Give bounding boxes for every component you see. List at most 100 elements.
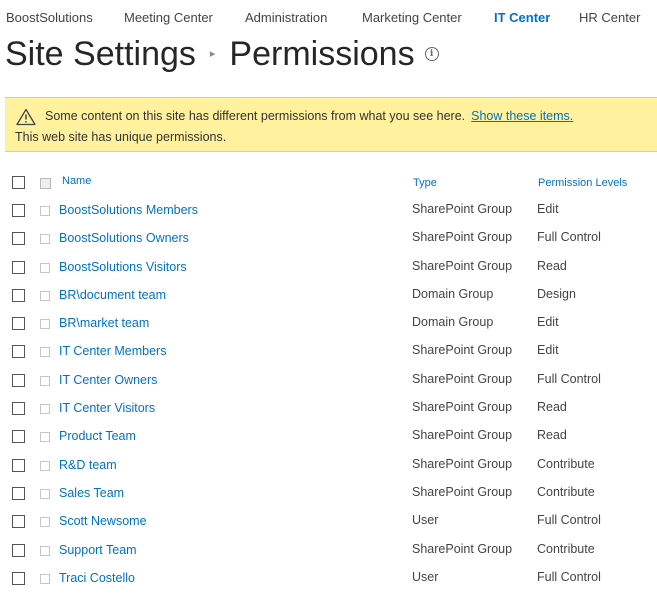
row-type: SharePoint Group	[412, 202, 513, 216]
row-name-link[interactable]: R&D team	[59, 458, 117, 472]
row-type: Domain Group	[412, 286, 494, 301]
table-row[interactable]: IT Center Owners SharePoint Group Full Con…	[0, 366, 657, 394]
row-name-link[interactable]: Scott Newsome	[59, 514, 147, 528]
row-type: SharePoint Group	[412, 541, 513, 556]
row-select-checkbox[interactable]	[12, 402, 25, 416]
row-select-checkbox[interactable]	[12, 486, 25, 500]
row-item-checkbox[interactable]	[40, 545, 50, 556]
row-permission-level: Full Control	[537, 513, 601, 528]
row-name-link[interactable]: IT Center Visitors	[59, 401, 155, 415]
row-select-checkbox[interactable]	[12, 373, 25, 387]
table-row[interactable]: BoostSolutions Members SharePoint Group Ed…	[0, 196, 657, 224]
row-item-checkbox[interactable]	[40, 488, 50, 499]
row-type: SharePoint Group	[412, 343, 513, 358]
row-item-checkbox[interactable]	[40, 347, 50, 358]
row-select-checkbox[interactable]	[12, 543, 25, 557]
row-permission-level: Read	[537, 400, 567, 415]
table-header: Name Type Permission Levels	[0, 172, 657, 194]
row-item-checkbox[interactable]	[40, 573, 50, 584]
row-permission-level: Full Control	[537, 230, 601, 245]
notice-sub-message: This web site has unique permissions.	[15, 130, 227, 144]
row-name-link[interactable]: BoostSolutions Members	[59, 203, 198, 217]
row-permission-level: Full Control	[537, 569, 601, 584]
row-item-checkbox[interactable]	[40, 404, 50, 415]
row-select-checkbox[interactable]	[12, 571, 25, 585]
row-item-checkbox[interactable]	[40, 290, 50, 301]
row-name-link[interactable]: Product Team	[59, 429, 136, 443]
nav-item-meeting-center[interactable]: Meeting Center	[124, 9, 213, 27]
row-name-link[interactable]: IT Center Owners	[59, 373, 157, 387]
row-permission-level: Contribute	[537, 456, 595, 471]
row-type: SharePoint Group	[412, 258, 513, 273]
row-select-checkbox[interactable]	[12, 345, 25, 359]
row-item-checkbox[interactable]	[40, 206, 50, 216]
column-header-name[interactable]: Name	[62, 175, 91, 187]
table-row[interactable]: Product Team SharePoint Group Read	[0, 422, 657, 450]
row-item-checkbox[interactable]	[40, 432, 50, 443]
table-row[interactable]: BR\market team Domain Group Edit	[0, 309, 657, 337]
row-select-checkbox[interactable]	[12, 430, 25, 444]
row-select-checkbox[interactable]	[12, 458, 25, 472]
row-name-link[interactable]: BR\document team	[59, 288, 166, 302]
triangle-right-icon: ▸	[209, 48, 216, 61]
row-select-checkbox[interactable]	[12, 204, 25, 217]
row-permission-level: Read	[537, 428, 567, 443]
row-item-checkbox[interactable]	[40, 460, 50, 471]
table-row[interactable]: BoostSolutions Visitors SharePoint Group R…	[0, 253, 657, 281]
notice-message: Some content on this site has different …	[45, 109, 466, 123]
page-title: Site Settings ▸ Permissions i	[5, 32, 439, 76]
row-permission-level: Read	[537, 258, 567, 273]
row-type: Domain Group	[412, 315, 494, 330]
breadcrumb-site-settings[interactable]: Site Settings	[5, 35, 196, 73]
nav-item-hr-center[interactable]: HR Center	[579, 9, 640, 27]
show-these-items-link[interactable]: Show these items.	[471, 109, 573, 123]
table-row[interactable]: IT Center Visitors SharePoint Group Read	[0, 394, 657, 422]
nav-item-marketing-center[interactable]: Marketing Center	[362, 9, 462, 27]
warning-icon	[16, 108, 36, 126]
table-row[interactable]: Traci Costello User Full Control	[0, 564, 657, 592]
row-item-checkbox[interactable]	[40, 234, 50, 245]
row-select-checkbox[interactable]	[12, 288, 25, 302]
row-item-checkbox[interactable]	[40, 375, 50, 386]
row-name-link[interactable]: BoostSolutions Visitors	[59, 260, 187, 274]
row-permission-level: Edit	[537, 202, 559, 216]
row-name-link[interactable]: BR\market team	[59, 316, 149, 330]
row-select-checkbox[interactable]	[12, 317, 25, 331]
select-all-checkbox[interactable]	[12, 176, 25, 189]
row-permission-level: Edit	[537, 315, 559, 330]
table-row[interactable]: Sales Team SharePoint Group Contribute	[0, 479, 657, 507]
nav-item-it-center[interactable]: IT Center	[494, 9, 550, 27]
row-item-checkbox[interactable]	[40, 517, 50, 528]
table-row[interactable]: R&D team SharePoint Group Contribute	[0, 451, 657, 479]
row-permission-level: Contribute	[537, 541, 595, 556]
table-row[interactable]: IT Center Members SharePoint Group Edit	[0, 337, 657, 365]
table-row[interactable]: Scott Newsome User Full Control	[0, 507, 657, 535]
row-type: SharePoint Group	[412, 400, 513, 415]
nav-item-boostsolutions[interactable]: BoostSolutions	[6, 9, 93, 27]
column-header-permission-levels[interactable]: Permission Levels	[538, 177, 627, 189]
notice-message-line: Some content on this site has different …	[45, 109, 573, 123]
table-row[interactable]: BR\document team Domain Group Design	[0, 281, 657, 309]
row-item-checkbox[interactable]	[40, 262, 50, 273]
row-select-checkbox[interactable]	[12, 232, 25, 246]
column-header-type[interactable]: Type	[413, 177, 437, 189]
row-type: SharePoint Group	[412, 484, 513, 499]
breadcrumb-permissions: Permissions	[229, 35, 415, 73]
row-type: User	[412, 569, 439, 584]
row-name-link[interactable]: Sales Team	[59, 486, 124, 500]
row-permission-level: Contribute	[537, 484, 595, 499]
table-row[interactable]: BoostSolutions Owners SharePoint Group Ful…	[0, 224, 657, 252]
row-name-link[interactable]: Traci Costello	[59, 571, 135, 585]
select-all-item-checkbox[interactable]	[40, 178, 51, 189]
row-name-link[interactable]: BoostSolutions Owners	[59, 231, 189, 245]
row-name-link[interactable]: IT Center Members	[59, 344, 166, 358]
row-item-checkbox[interactable]	[40, 319, 50, 330]
table-row[interactable]: Support Team SharePoint Group Contribute	[0, 536, 657, 564]
row-type: SharePoint Group	[412, 371, 513, 386]
row-name-link[interactable]: Support Team	[59, 543, 137, 557]
row-permission-level: Full Control	[537, 371, 601, 386]
row-select-checkbox[interactable]	[12, 260, 25, 274]
info-icon[interactable]: i	[424, 47, 439, 62]
nav-item-administration[interactable]: Administration	[245, 9, 327, 27]
row-select-checkbox[interactable]	[12, 515, 25, 529]
